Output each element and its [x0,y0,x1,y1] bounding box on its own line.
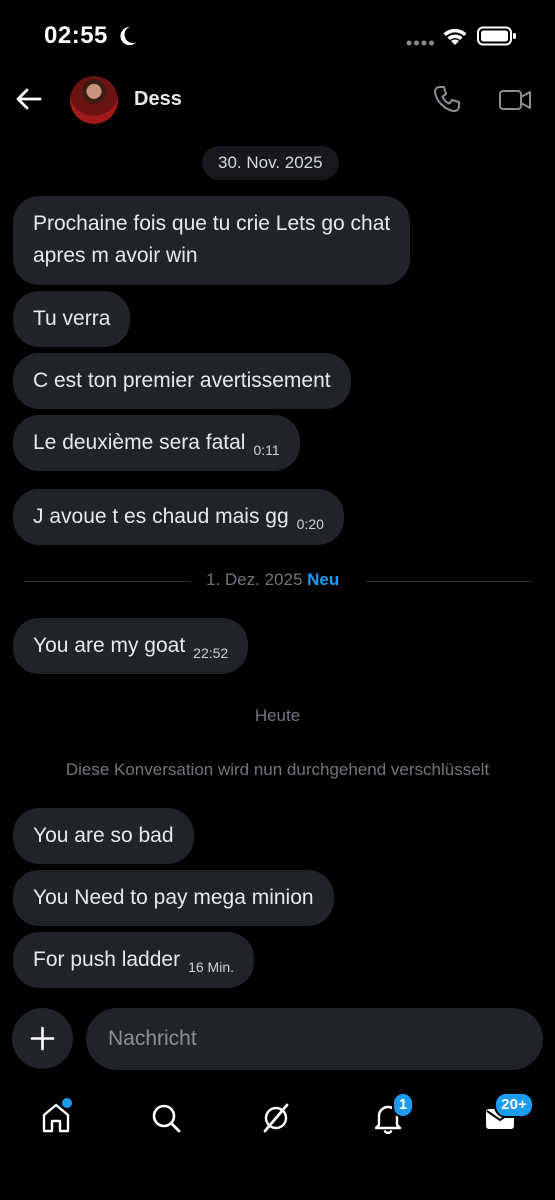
bottom-navigation: 1 20+ [0,1080,555,1200]
moon-icon [120,26,137,46]
divider-line [366,581,532,582]
encryption-notice: Diese Konversation wird nun durchgehend … [65,760,490,779]
nav-search[interactable] [146,1098,186,1138]
status-time: 02:55 [44,22,108,49]
notifications-badge: 1 [392,1092,414,1118]
new-label: Neu [307,570,340,589]
nav-messages[interactable]: 20+ [480,1092,534,1138]
nav-home[interactable] [36,1098,76,1138]
status-bar: 02:55 [0,0,555,72]
today-label: Heute [254,706,301,725]
message-text: Le deuxième sera fatal [33,431,246,454]
cellular-signal-icon [406,40,434,46]
search-icon [152,1104,181,1133]
conversation-header: Dess [0,72,555,130]
nav-grok[interactable] [256,1098,296,1138]
message-text: For push ladder [33,948,181,971]
message-text: Prochaine fois que tu crie Lets go chat [33,212,391,235]
message-text: J avoue t es chaud mais gg [33,505,289,528]
message-input[interactable] [86,1008,543,1070]
grok-icon [263,1103,289,1133]
message-bubble[interactable]: You Need to pay mega minion [13,870,334,926]
message-timestamp: 0:20 [296,516,324,532]
message-bubble[interactable]: Le deuxième sera fatal 0:11 [13,415,300,471]
new-messages-divider: 1. Dez. 2025 Neu [24,570,532,594]
message-timestamp: 22:52 [193,645,229,661]
message-text: Tu verra [33,307,111,330]
back-arrow-icon[interactable] [14,84,44,114]
message-text: You Need to pay mega minion [33,886,314,909]
message-text: C est ton premier avertissement [33,369,331,392]
message-text: apres m avoir win [33,244,198,267]
video-call-icon[interactable] [498,86,532,114]
message-text: You are so bad [33,824,174,847]
date-separator: 30. Nov. 2025 [202,146,339,180]
nav-notifications[interactable]: 1 [368,1092,414,1138]
wifi-icon [443,28,467,45]
divider-date: 1. Dez. 2025 [206,570,303,589]
divider-line [24,581,190,582]
message-bubble[interactable]: For push ladder 16 Min. [13,932,255,988]
message-timestamp: 16 Min. [188,959,235,975]
battery-icon [477,26,516,46]
contact-name[interactable]: Dess [134,88,182,111]
message-bubble[interactable]: You are my goat 22:52 [13,618,249,674]
add-attachment-button[interactable] [12,1008,73,1069]
message-text: You are my goat [33,634,186,657]
divider-label: 1. Dez. 2025 Neu [206,570,339,590]
messages-badge: 20+ [494,1092,534,1118]
message-bubble[interactable]: Tu verra [13,291,131,347]
message-composer [0,1008,555,1072]
message-bubble[interactable]: You are so bad [13,808,194,864]
home-badge-dot [62,1098,72,1108]
message-bubble[interactable]: Prochaine fois que tu crie Lets go chat … [13,196,411,285]
message-bubble[interactable]: C est ton premier avertissement [13,353,351,409]
avatar[interactable] [70,76,118,124]
message-timestamp: 0:11 [253,442,280,458]
message-bubble[interactable]: J avoue t es chaud mais gg 0:20 [13,489,344,545]
plus-icon [30,1026,55,1051]
phone-icon[interactable] [432,84,462,114]
